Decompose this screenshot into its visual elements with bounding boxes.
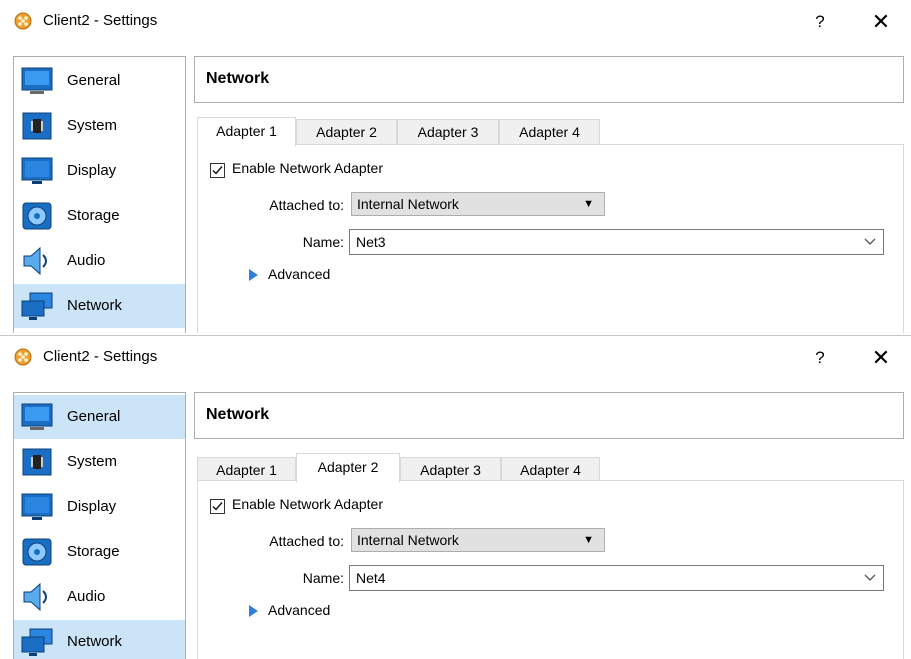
- close-button[interactable]: ✕: [866, 344, 896, 372]
- sidebar-item-storage[interactable]: Storage: [14, 530, 185, 574]
- chevron-down-icon[interactable]: [863, 570, 877, 584]
- chevron-down-icon[interactable]: [863, 234, 877, 248]
- storage-icon: [22, 538, 52, 566]
- adapter-tabs: Adapter 1 Adapter 2 Adapter 3 Adapter 4: [197, 453, 902, 482]
- sidebar-item-label: Audio: [67, 252, 106, 269]
- expand-triangle-icon[interactable]: [249, 269, 258, 281]
- close-button[interactable]: ✕: [866, 8, 896, 36]
- adapter-tabs: Adapter 1 Adapter 2 Adapter 3 Adapter 4: [197, 117, 902, 146]
- system-icon: [22, 112, 52, 140]
- sidebar-item-network[interactable]: Network: [14, 620, 185, 659]
- window-title: Client2 - Settings: [43, 12, 158, 29]
- sidebar-item-label: General: [67, 72, 121, 89]
- settings-sidebar: General System Display Storage Audio Net…: [13, 56, 186, 333]
- attached-to-label: Attached to:: [269, 197, 344, 213]
- attached-to-label: Attached to:: [269, 533, 344, 549]
- sidebar-item-label: Display: [67, 162, 117, 179]
- settings-window-2: Client2 - Settings ? ✕ General System Di…: [0, 335, 911, 659]
- sidebar-item-label: General: [67, 408, 121, 425]
- sidebar-item-general[interactable]: General: [14, 395, 185, 439]
- network-name-combobox[interactable]: Net4: [349, 565, 884, 591]
- page-title: Network: [206, 70, 270, 87]
- network-name-value: Net3: [356, 234, 386, 250]
- sidebar-item-storage[interactable]: Storage: [14, 194, 185, 238]
- network-icon: [21, 292, 53, 320]
- name-label: Name:: [302, 234, 344, 250]
- title-bar[interactable]: Client2 - Settings ? ✕: [0, 0, 911, 42]
- system-icon: [22, 448, 52, 476]
- network-name-combobox[interactable]: Net3: [349, 229, 884, 255]
- sidebar-item-network[interactable]: Network: [14, 284, 185, 328]
- attached-to-value: Internal Network: [357, 196, 459, 212]
- tab-adapter-3[interactable]: Adapter 3: [397, 119, 499, 144]
- storage-icon: [22, 202, 52, 230]
- sidebar-item-label: Network: [67, 297, 123, 314]
- dropdown-arrow-icon: ▼: [583, 198, 594, 210]
- tab-adapter-1[interactable]: Adapter 1: [197, 117, 296, 146]
- sidebar-item-audio[interactable]: Audio: [14, 575, 185, 619]
- enable-adapter-checkbox[interactable]: [210, 163, 225, 178]
- general-icon: [21, 67, 53, 94]
- sidebar-item-label: Display: [67, 498, 117, 515]
- tab-adapter-3[interactable]: Adapter 3: [400, 457, 501, 482]
- sidebar-item-label: System: [67, 453, 118, 470]
- sidebar-item-display[interactable]: Display: [14, 149, 185, 193]
- checkmark-icon: [212, 166, 223, 175]
- enable-adapter-checkbox[interactable]: [210, 499, 225, 514]
- name-label: Name:: [302, 570, 344, 586]
- tab-adapter-2[interactable]: Adapter 2: [296, 119, 397, 144]
- enable-adapter-label[interactable]: Enable Network Adapter: [232, 496, 383, 512]
- sidebar-item-label: Network: [67, 633, 123, 650]
- window-title: Client2 - Settings: [43, 348, 158, 365]
- display-icon: [21, 157, 53, 184]
- enable-adapter-label[interactable]: Enable Network Adapter: [232, 160, 383, 176]
- settings-window-1: Client2 - Settings ? ✕ General System Di…: [0, 0, 911, 333]
- network-icon: [21, 628, 53, 656]
- sidebar-item-label: Audio: [67, 588, 106, 605]
- help-button[interactable]: ?: [805, 8, 835, 36]
- dropdown-arrow-icon: ▼: [583, 534, 594, 546]
- sidebar-item-label: Storage: [67, 543, 120, 560]
- virtualbox-app-icon: [14, 12, 32, 30]
- checkmark-icon: [212, 502, 223, 511]
- sidebar-item-audio[interactable]: Audio: [14, 239, 185, 283]
- general-icon: [21, 403, 53, 430]
- sidebar-item-general[interactable]: General: [14, 59, 185, 103]
- section-header: Network: [194, 56, 904, 103]
- tab-adapter-1[interactable]: Adapter 1: [197, 457, 296, 482]
- attached-to-value: Internal Network: [357, 532, 459, 548]
- display-icon: [21, 493, 53, 520]
- audio-icon: [23, 582, 47, 612]
- tab-adapter-4[interactable]: Adapter 4: [501, 457, 600, 482]
- network-name-value: Net4: [356, 570, 386, 586]
- advanced-toggle[interactable]: Advanced: [268, 266, 330, 282]
- section-header: Network: [194, 392, 904, 439]
- sidebar-item-display[interactable]: Display: [14, 485, 185, 529]
- attached-to-select[interactable]: Internal Network ▼: [351, 192, 605, 216]
- page-title: Network: [206, 406, 270, 423]
- adapter-panel: Enable Network Adapter Attached to: Inte…: [197, 480, 904, 659]
- title-bar[interactable]: Client2 - Settings ? ✕: [0, 336, 911, 378]
- tab-adapter-4[interactable]: Adapter 4: [499, 119, 600, 144]
- sidebar-item-label: System: [67, 117, 118, 134]
- sidebar-item-label: Storage: [67, 207, 120, 224]
- adapter-panel: Enable Network Adapter Attached to: Inte…: [197, 144, 904, 333]
- attached-to-select[interactable]: Internal Network ▼: [351, 528, 605, 552]
- tab-adapter-2[interactable]: Adapter 2: [296, 453, 400, 482]
- sidebar-item-system[interactable]: System: [14, 104, 185, 148]
- audio-icon: [23, 246, 47, 276]
- virtualbox-app-icon: [14, 348, 32, 366]
- expand-triangle-icon[interactable]: [249, 605, 258, 617]
- help-button[interactable]: ?: [805, 344, 835, 372]
- advanced-toggle[interactable]: Advanced: [268, 602, 330, 618]
- settings-sidebar: General System Display Storage Audio Net…: [13, 392, 186, 659]
- sidebar-item-system[interactable]: System: [14, 440, 185, 484]
